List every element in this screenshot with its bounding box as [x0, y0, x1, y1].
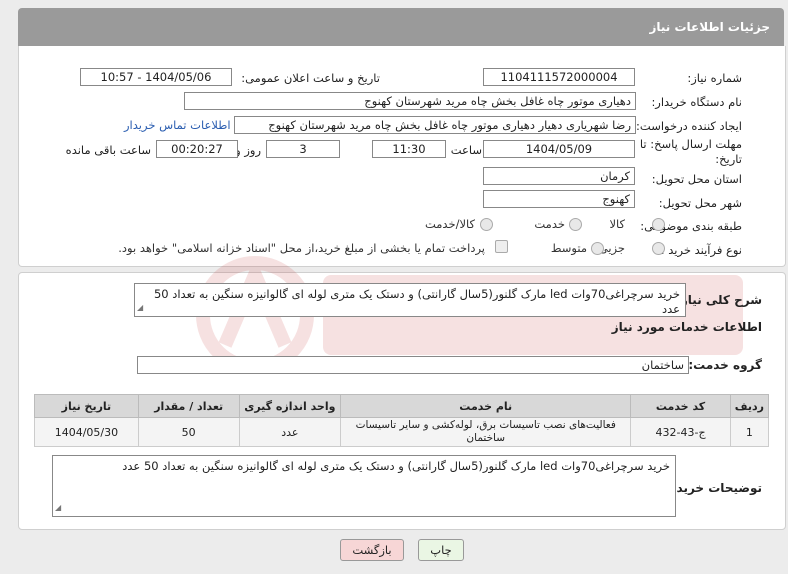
need-number-field: 1104111572000004 — [483, 68, 635, 86]
deadline-label: مهلت ارسال پاسخ: تا — [639, 137, 742, 151]
buyer-notes-text: خرید سرچراغی70وات led مارک گلنور(5سال گا… — [122, 459, 670, 473]
category-radio-goods[interactable] — [652, 218, 665, 231]
deadline-date-field: 1404/05/09 — [483, 140, 635, 158]
col-row-num: ردیف — [729, 394, 770, 418]
buyer-contact-link[interactable]: اطلاعات تماس خریدار — [124, 118, 231, 132]
need-number-label: شماره نیاز: — [687, 71, 742, 85]
remaining-time-field: 00:20:27 — [156, 140, 238, 158]
col-need-date: تاریخ نیاز — [34, 394, 139, 418]
cell-service-name: فعالیت‌های نصب تاسیسات برق، لوله‌کشی و س… — [340, 417, 632, 447]
category-goods-label: کالا — [609, 217, 625, 231]
process-label: نوع فرآیند خرید : — [660, 243, 742, 257]
creator-field: رضا شهریاری دهیار دهیاری موتور چاه غافل … — [234, 116, 636, 134]
col-service-name: نام خدمت — [340, 394, 632, 418]
buyer-org-label: نام دستگاه خریدار: — [651, 95, 742, 109]
cell-service-code: ج-43-432 — [630, 417, 731, 447]
category-radio-goods-service[interactable] — [480, 218, 493, 231]
service-group-field: ساختمان — [137, 356, 689, 374]
resize-handle-icon[interactable]: ◢ — [137, 300, 143, 315]
days-label: روز و — [235, 143, 261, 157]
cell-need-date: 1404/05/30 — [34, 417, 139, 447]
description-textarea[interactable]: خرید سرچراغی70وات led مارک گلنور(5سال گا… — [134, 283, 686, 317]
city-field: کهنوج — [483, 190, 635, 208]
service-group-label: گروه خدمت: — [688, 358, 762, 372]
category-goods-service-label: کالا/خدمت — [424, 217, 475, 231]
col-quantity: تعداد / مقدار — [137, 394, 240, 418]
process-medium-label: متوسط — [550, 241, 587, 255]
treasury-payment-note: پرداخت تمام یا بخشی از مبلغ خرید،از محل … — [118, 241, 485, 255]
buyer-org-field: دهیاری موتور چاه غافل بخش چاه مرید شهرست… — [184, 92, 636, 110]
cell-unit: عدد — [238, 417, 342, 447]
remaining-label: ساعت باقی مانده — [65, 143, 151, 157]
process-radio-minor[interactable] — [652, 242, 665, 255]
announce-datetime-field: 1404/05/06 - 10:57 — [80, 68, 232, 86]
description-label: شرح کلی نیاز: — [676, 293, 762, 307]
resize-handle-icon[interactable]: ◢ — [55, 500, 61, 515]
cell-quantity: 50 — [137, 417, 240, 447]
announce-label: تاریخ و ساعت اعلان عمومی: — [241, 71, 380, 85]
treasury-payment-checkbox[interactable] — [495, 240, 508, 253]
services-table: ردیف کد خدمت نام خدمت واحد اندازه گیری ت… — [34, 394, 770, 447]
buyer-notes-textarea[interactable]: خرید سرچراغی70وات led مارک گلنور(5سال گا… — [52, 455, 676, 517]
cell-row-num: 1 — [729, 417, 770, 447]
category-service-label: خدمت — [534, 217, 565, 231]
city-label: شهر محل تحویل: — [658, 196, 742, 210]
remaining-days-field: 3 — [266, 140, 340, 158]
deadline-date-label: تاریخ: — [715, 152, 742, 166]
creator-label: ایجاد کننده درخواست: — [636, 119, 742, 133]
province-label: استان محل تحویل: — [651, 172, 742, 186]
table-header-row: ردیف کد خدمت نام خدمت واحد اندازه گیری ت… — [34, 394, 770, 418]
deadline-time-label: ساعت — [450, 143, 482, 157]
table-row: 1 ج-43-432 فعالیت‌های نصب تاسیسات برق، ل… — [34, 417, 770, 447]
province-field: کرمان — [483, 167, 635, 185]
page-title: جزئیات اطلاعات نیاز — [649, 20, 770, 34]
col-unit: واحد اندازه گیری — [238, 394, 342, 418]
deadline-time-field: 11:30 — [372, 140, 446, 158]
col-service-code: کد خدمت — [630, 394, 731, 418]
services-section-title: اطلاعات خدمات مورد نیاز — [611, 320, 762, 334]
category-radio-service[interactable] — [569, 218, 582, 231]
panel-header: جزئیات اطلاعات نیاز — [18, 8, 784, 46]
print-button[interactable]: چاپ — [418, 539, 464, 561]
back-button[interactable]: بازگشت — [340, 539, 404, 561]
description-text: خرید سرچراغی70وات led مارک گلنور(5سال گا… — [153, 287, 680, 316]
process-radio-medium[interactable] — [591, 242, 604, 255]
